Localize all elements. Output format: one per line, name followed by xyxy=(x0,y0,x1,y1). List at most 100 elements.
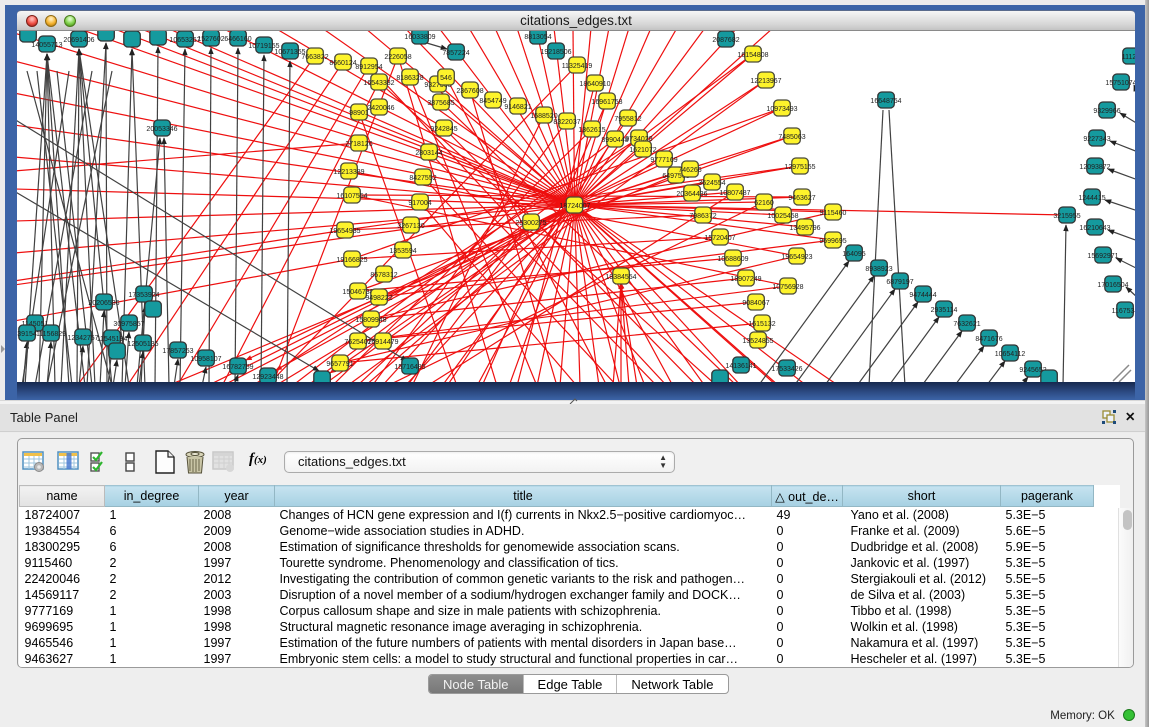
svg-text:3624554: 3624554 xyxy=(698,180,725,187)
svg-text:746266: 746266 xyxy=(678,167,701,174)
svg-text:1615132: 1615132 xyxy=(748,321,775,328)
svg-text:18907249: 18907249 xyxy=(730,276,761,283)
svg-text:18640910: 18640910 xyxy=(579,81,610,88)
svg-text:2226058: 2226058 xyxy=(384,54,411,61)
svg-text:10973493: 10973493 xyxy=(766,106,797,113)
svg-text:8938923: 8938923 xyxy=(865,266,892,273)
svg-text:16961758: 16961758 xyxy=(591,99,622,106)
svg-text:9657791: 9657791 xyxy=(326,361,353,368)
svg-text:2087682: 2087682 xyxy=(712,37,739,44)
svg-text:9777169: 9777169 xyxy=(650,157,677,164)
svg-text:7986372: 7986372 xyxy=(689,213,716,220)
svg-text:11156829: 11156829 xyxy=(36,331,66,338)
svg-text:16210643: 16210643 xyxy=(1079,225,1110,232)
svg-text:19654935: 19654935 xyxy=(329,228,360,235)
svg-text:12213389: 12213389 xyxy=(333,169,364,176)
svg-text:9498222: 9498222 xyxy=(365,295,392,302)
svg-text:3215955: 3215955 xyxy=(1053,213,1080,220)
svg-text:13524855: 13524855 xyxy=(742,338,773,345)
svg-text:15692971: 15692971 xyxy=(1087,253,1118,260)
svg-text:20364436: 20364436 xyxy=(676,191,707,198)
svg-text:20691406: 20691406 xyxy=(63,37,94,44)
svg-text:10958107: 10958107 xyxy=(190,356,221,363)
svg-text:9227343: 9227343 xyxy=(1083,136,1110,143)
svg-text:16154808: 16154808 xyxy=(737,52,768,59)
svg-text:8471676: 8471676 xyxy=(975,336,1002,343)
svg-text:8454749: 8454749 xyxy=(479,98,506,105)
svg-text:12093872: 12093872 xyxy=(1079,164,1110,171)
svg-text:25300275: 25300275 xyxy=(515,220,546,227)
svg-text:6879197: 6879197 xyxy=(886,279,913,286)
svg-text:6466160: 6466160 xyxy=(224,36,251,43)
svg-text:16107554: 16107554 xyxy=(336,193,367,200)
svg-text:10654112: 10654112 xyxy=(995,351,1026,358)
svg-text:18724007: 18724007 xyxy=(559,203,590,210)
svg-text:17016504: 17016504 xyxy=(1097,282,1128,289)
svg-text:10688609: 10688609 xyxy=(717,256,748,263)
svg-text:14136141: 14136141 xyxy=(725,363,756,370)
svg-text:1527602: 1527602 xyxy=(197,36,224,43)
svg-text:917004: 917004 xyxy=(408,200,431,207)
svg-text:9329966: 9329966 xyxy=(1093,108,1120,115)
svg-text:9242845: 9242845 xyxy=(430,126,457,133)
svg-text:16782759: 16782759 xyxy=(222,364,253,371)
svg-text:11325419: 11325419 xyxy=(562,63,593,70)
svg-text:15751074: 15751074 xyxy=(1105,80,1135,87)
svg-text:12213967: 12213967 xyxy=(750,78,781,85)
svg-text:14055713: 14055713 xyxy=(31,42,62,49)
svg-text:7857224: 7857224 xyxy=(442,50,469,57)
svg-text:8912954: 8912954 xyxy=(355,64,382,71)
svg-text:1244415: 1244415 xyxy=(1078,195,1105,202)
svg-text:19218506: 19218506 xyxy=(540,49,571,56)
svg-text:10756928: 10756928 xyxy=(772,284,803,291)
svg-text:10807487: 10807487 xyxy=(719,190,750,197)
svg-text:2803144: 2803144 xyxy=(415,150,442,157)
svg-text:546: 546 xyxy=(440,75,452,82)
svg-text:1362615: 1362615 xyxy=(578,127,605,134)
svg-text:9463627: 9463627 xyxy=(788,195,815,202)
svg-text:8660124: 8660124 xyxy=(329,60,356,67)
svg-text:15809948: 15809948 xyxy=(355,317,386,324)
svg-text:11545194: 11545194 xyxy=(97,336,128,343)
svg-text:12505135: 12505135 xyxy=(127,341,158,348)
svg-text:7485063: 7485063 xyxy=(778,134,805,141)
svg-text:17353924: 17353924 xyxy=(128,292,159,299)
svg-text:9699695: 9699695 xyxy=(819,238,846,245)
svg-text:19166825: 19166825 xyxy=(336,257,367,264)
svg-text:164095: 164095 xyxy=(842,251,865,258)
svg-text:8186328: 8186328 xyxy=(396,75,423,82)
svg-text:10653267: 10653267 xyxy=(169,37,200,44)
svg-text:62160: 62160 xyxy=(754,200,774,207)
svg-text:3267130: 3267130 xyxy=(397,223,424,230)
svg-text:16648754: 16648754 xyxy=(870,98,901,105)
svg-text:12923448: 12923448 xyxy=(252,374,283,381)
svg-text:17857253: 17857253 xyxy=(162,348,193,355)
svg-text:98901: 98901 xyxy=(349,110,369,117)
svg-text:16914479: 16914479 xyxy=(367,339,398,346)
svg-text:12342757: 12342757 xyxy=(67,335,98,342)
svg-text:9474444: 9474444 xyxy=(909,292,936,299)
svg-text:2718126: 2718126 xyxy=(345,141,372,148)
svg-text:8427552: 8427552 xyxy=(409,175,436,182)
svg-text:20053346: 20053346 xyxy=(146,126,177,133)
svg-text:8813054: 8813054 xyxy=(524,34,551,41)
svg-text:3875685: 3875685 xyxy=(427,100,454,107)
svg-text:15720407: 15720407 xyxy=(704,235,735,242)
svg-text:13495796: 13495796 xyxy=(789,225,820,232)
svg-text:19384554: 19384554 xyxy=(605,274,636,281)
svg-text:15716485: 15716485 xyxy=(394,364,425,371)
svg-text:16543382: 16543382 xyxy=(363,80,394,87)
svg-text:12975155: 12975155 xyxy=(784,164,815,171)
svg-text:10025458: 10025458 xyxy=(767,213,798,220)
svg-text:2367608: 2367608 xyxy=(456,88,483,95)
svg-text:7955812: 7955812 xyxy=(614,116,641,123)
svg-text:11125: 11125 xyxy=(1122,54,1135,61)
svg-text:17533426: 17533426 xyxy=(771,366,802,373)
svg-text:30975857: 30975857 xyxy=(113,321,144,328)
svg-text:9115460: 9115460 xyxy=(820,210,847,217)
svg-text:9146821: 9146821 xyxy=(504,104,531,111)
svg-text:1353594: 1353594 xyxy=(389,248,416,255)
svg-text:8322037: 8322037 xyxy=(553,119,580,126)
svg-text:20206536: 20206536 xyxy=(88,300,119,307)
svg-text:7663822: 7663822 xyxy=(301,54,328,61)
